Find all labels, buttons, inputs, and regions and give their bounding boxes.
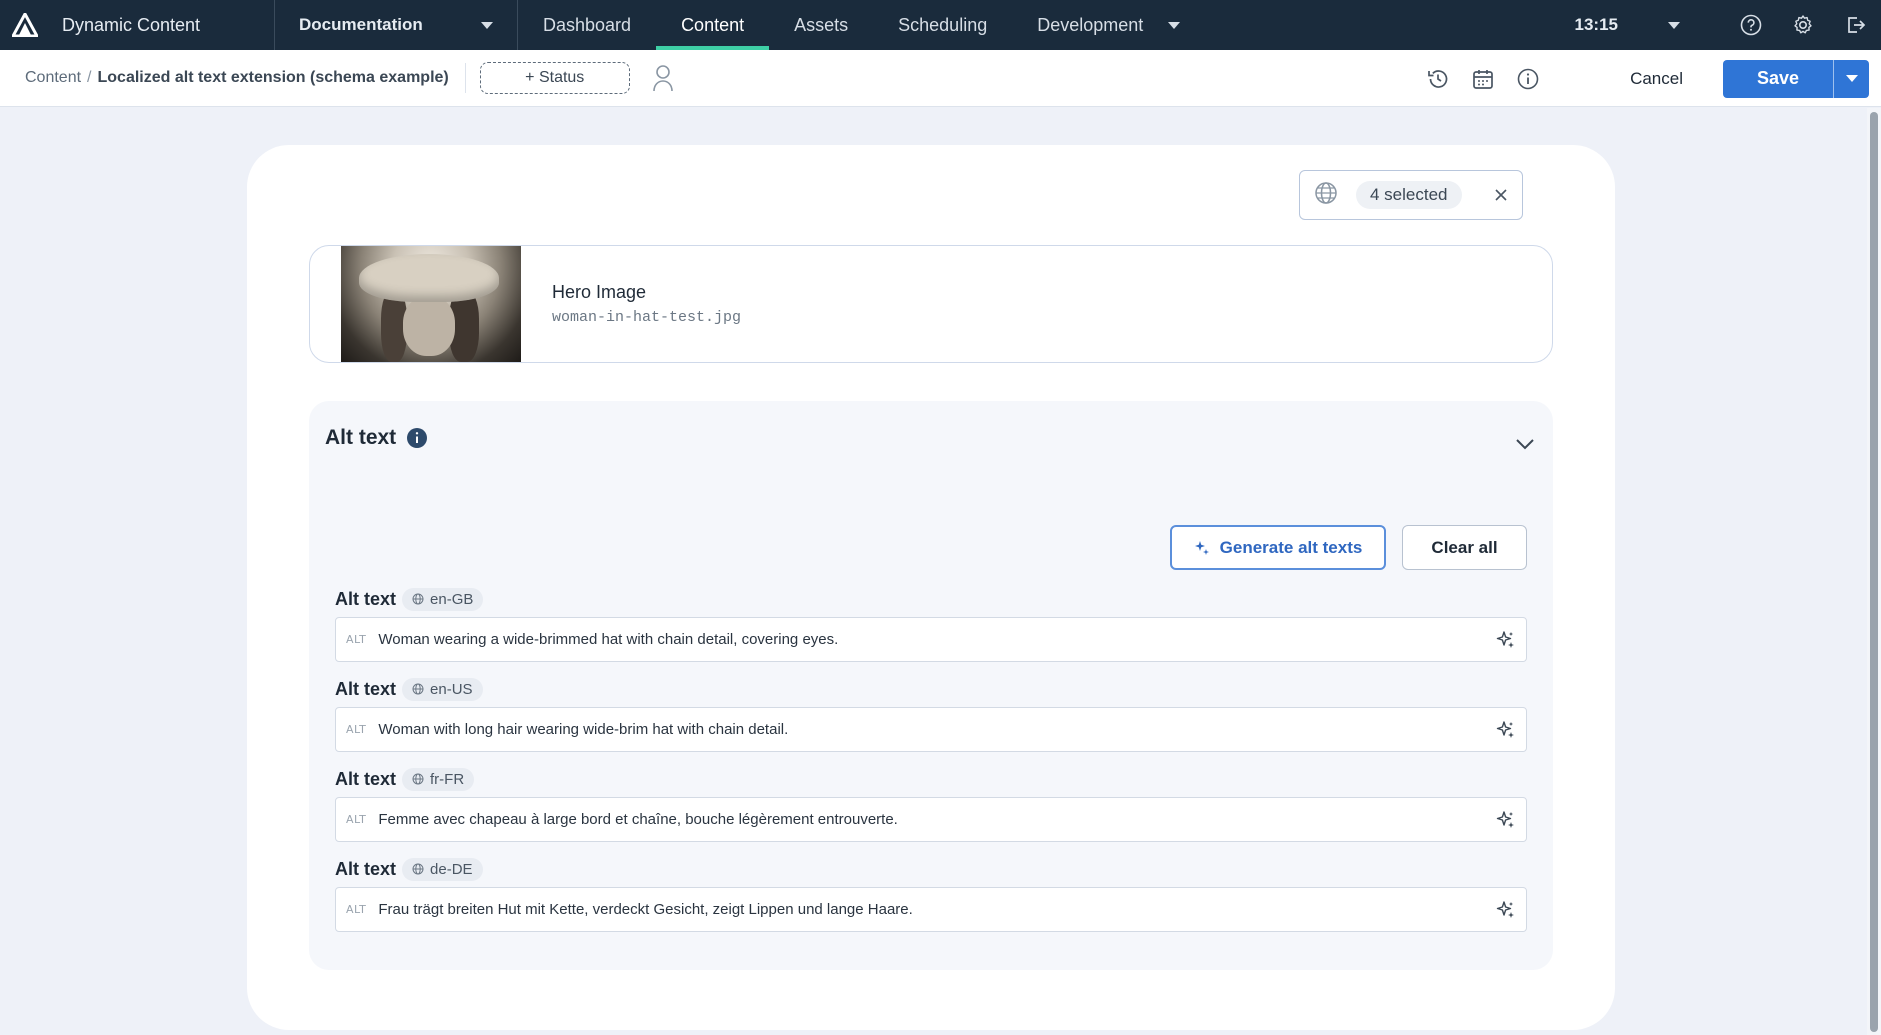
top-nav: Dynamic Content Documentation Dashboard … xyxy=(0,0,1881,50)
locale-tag: en-GB xyxy=(402,587,484,611)
globe-icon xyxy=(412,683,424,695)
locale-code: fr-FR xyxy=(430,770,465,788)
alt-text-value: Woman with long hair wearing wide-brim h… xyxy=(378,721,789,738)
alt-text-item-header: Alt text en-GB xyxy=(335,585,1527,613)
nav-tabs: Dashboard Content Assets Scheduling Deve… xyxy=(518,0,1205,50)
alt-text-item-header: Alt text fr-FR xyxy=(335,765,1527,793)
alt-prefix: ALT xyxy=(346,633,367,646)
alt-prefix: ALT xyxy=(346,723,367,736)
chevron-down-icon xyxy=(1845,75,1858,82)
sparkle-icon xyxy=(1194,540,1209,555)
content-toolbar: Content / Localized alt text extension (… xyxy=(0,50,1881,107)
page-scrollbar[interactable] xyxy=(1867,108,1881,1035)
alt-prefix: ALT xyxy=(346,813,367,826)
tab-development-label: Development xyxy=(1037,14,1144,35)
breadcrumb-current: Localized alt text extension (schema exa… xyxy=(97,69,449,86)
hero-image-info: Hero Image woman-in-hat-test.jpg xyxy=(552,282,741,326)
alt-text-item: Alt text en-US ALT Woman with long hair … xyxy=(335,675,1527,752)
locale-tag: en-US xyxy=(402,677,483,701)
history-icon[interactable] xyxy=(1415,50,1460,107)
cancel-button[interactable]: Cancel xyxy=(1630,69,1683,89)
alt-text-item: Alt text fr-FR ALT Femme avec chapeau à … xyxy=(335,765,1527,842)
sparkle-icon[interactable] xyxy=(1496,810,1516,830)
alt-text-input[interactable]: ALT Woman with long hair wearing wide-br… xyxy=(335,707,1527,752)
calendar-icon[interactable] xyxy=(1460,50,1505,107)
documentation-label: Documentation xyxy=(299,15,423,34)
alt-text-input[interactable]: ALT Frau trägt breiten Hut mit Kette, ve… xyxy=(335,887,1527,932)
chevron-down-icon[interactable] xyxy=(1668,21,1680,29)
toolbar-divider xyxy=(464,63,466,93)
alt-text-item-label: Alt text xyxy=(335,858,397,879)
info-icon[interactable] xyxy=(406,427,428,449)
locale-filter[interactable]: 4 selected xyxy=(1299,170,1523,220)
sparkle-icon[interactable] xyxy=(1496,900,1516,920)
generate-alt-texts-label: Generate alt texts xyxy=(1219,537,1363,557)
locale-code: en-US xyxy=(430,680,473,698)
generate-alt-texts-button[interactable]: Generate alt texts xyxy=(1170,525,1386,570)
alt-text-item-header: Alt text en-US xyxy=(335,675,1527,703)
nav-right: 13:15 xyxy=(1575,0,1881,50)
tab-assets[interactable]: Assets xyxy=(769,0,873,50)
chevron-down-icon xyxy=(1168,21,1181,29)
scrollbar-thumb[interactable] xyxy=(1870,112,1878,1032)
tab-scheduling[interactable]: Scheduling xyxy=(873,0,1012,50)
locale-code: de-DE xyxy=(430,860,473,878)
locale-code: en-GB xyxy=(430,590,474,608)
alt-text-input[interactable]: ALT Woman wearing a wide-brimmed hat wit… xyxy=(335,617,1527,662)
gear-icon[interactable] xyxy=(1777,0,1829,50)
alt-text-item-label: Alt text xyxy=(335,588,397,609)
app-title: Dynamic Content xyxy=(62,14,201,35)
save-button-group: Save xyxy=(1723,59,1869,98)
hero-image-thumbnail xyxy=(341,246,521,362)
chevron-down-icon xyxy=(481,21,493,29)
alt-text-panel: Alt text Generate alt texts Clear all Al… xyxy=(309,401,1553,970)
locale-selected-chip: 4 selected xyxy=(1356,181,1462,209)
alt-text-item: Alt text de-DE ALT Frau trägt breiten Hu… xyxy=(335,855,1527,932)
info-icon[interactable] xyxy=(1505,50,1550,107)
globe-icon xyxy=(1314,181,1338,210)
alt-text-value: Femme avec chapeau à large bord et chaîn… xyxy=(378,811,898,828)
alt-text-panel-title: Alt text xyxy=(325,426,397,449)
alt-text-item-label: Alt text xyxy=(335,678,397,699)
logout-icon[interactable] xyxy=(1829,0,1881,50)
alt-text-item: Alt text en-GB ALT Woman wearing a wide-… xyxy=(335,585,1527,662)
breadcrumb: Content / Localized alt text extension (… xyxy=(0,69,449,87)
breadcrumb-root[interactable]: Content xyxy=(25,69,81,87)
hero-image-title: Hero Image xyxy=(552,282,647,302)
breadcrumb-separator: / xyxy=(87,69,92,86)
alt-text-value: Woman wearing a wide-brimmed hat with ch… xyxy=(378,631,839,648)
app-logo-icon[interactable] xyxy=(0,0,50,50)
globe-icon xyxy=(412,593,424,605)
save-button[interactable]: Save xyxy=(1723,59,1833,98)
alt-text-value: Frau trägt breiten Hut mit Kette, verdec… xyxy=(378,901,913,918)
sparkle-icon[interactable] xyxy=(1496,720,1516,740)
alt-text-input[interactable]: ALT Femme avec chapeau à large bord et c… xyxy=(335,797,1527,842)
save-options-button[interactable] xyxy=(1833,59,1869,98)
globe-icon xyxy=(412,773,424,785)
locale-tag: fr-FR xyxy=(402,767,475,791)
clock: 13:15 xyxy=(1574,15,1618,34)
hero-image-field[interactable]: Hero Image woman-in-hat-test.jpg xyxy=(309,245,1553,363)
tab-development[interactable]: Development xyxy=(1012,0,1205,50)
locale-tag: de-DE xyxy=(402,857,483,881)
toolbar-actions: Cancel Save xyxy=(1415,50,1881,107)
close-icon[interactable] xyxy=(1494,188,1508,202)
hero-image-filename: woman-in-hat-test.jpg xyxy=(552,309,742,326)
sparkle-icon[interactable] xyxy=(1496,630,1516,650)
chevron-down-icon[interactable] xyxy=(1515,437,1535,455)
alt-prefix: ALT xyxy=(346,903,367,916)
content-editor-card: 4 selected Hero Image woman-in-hat-test.… xyxy=(247,145,1615,1030)
globe-icon xyxy=(412,863,424,875)
assign-user-icon[interactable] xyxy=(652,64,674,92)
clear-all-button[interactable]: Clear all xyxy=(1402,525,1527,570)
tab-dashboard[interactable]: Dashboard xyxy=(518,0,656,50)
documentation-dropdown[interactable]: Documentation xyxy=(275,15,517,35)
tab-content[interactable]: Content xyxy=(656,0,770,50)
alt-text-panel-header: Alt text xyxy=(325,426,428,450)
add-status-button[interactable]: + Status xyxy=(479,62,630,94)
alt-text-item-label: Alt text xyxy=(335,768,397,789)
alt-text-item-header: Alt text de-DE xyxy=(335,855,1527,883)
help-icon[interactable] xyxy=(1725,0,1777,50)
